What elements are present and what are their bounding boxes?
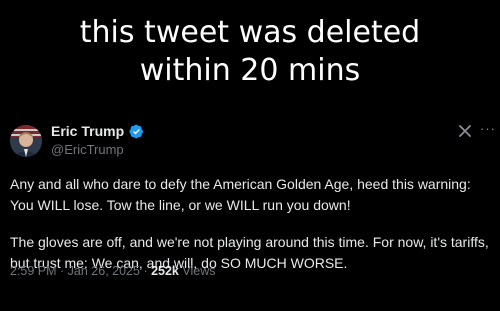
- overlay-caption: this tweet was deleted within 20 mins: [0, 14, 500, 90]
- views-label: Views: [182, 264, 216, 278]
- tweet-paragraph-1: Any and all who dare to defy the America…: [10, 176, 471, 213]
- tweet-time[interactable]: 2:59 PM: [10, 264, 57, 278]
- tweet-meta: 2:59 PM · Jan 26, 2025 · 252k Views: [10, 264, 216, 278]
- avatar-image: [10, 125, 42, 157]
- tweet-date[interactable]: Jan 26, 2025: [68, 264, 140, 278]
- caption-line-2: within 20 mins: [139, 53, 361, 88]
- author-handle[interactable]: @EricTrump: [51, 142, 124, 157]
- tweet-card: Eric Trump @EricTrump ··· Any and all wh…: [0, 112, 500, 311]
- meta-separator: ·: [56, 264, 68, 278]
- author-row: Eric Trump: [51, 123, 144, 139]
- caption-line-1: this tweet was deleted: [79, 15, 421, 50]
- author-name[interactable]: Eric Trump: [51, 123, 124, 139]
- meta-separator: ·: [139, 264, 152, 278]
- more-options-icon[interactable]: ···: [480, 121, 496, 136]
- grok-icon[interactable]: [458, 124, 472, 141]
- avatar[interactable]: [10, 125, 42, 157]
- views-count[interactable]: 252k: [151, 264, 179, 278]
- verified-badge-icon: [129, 124, 144, 139]
